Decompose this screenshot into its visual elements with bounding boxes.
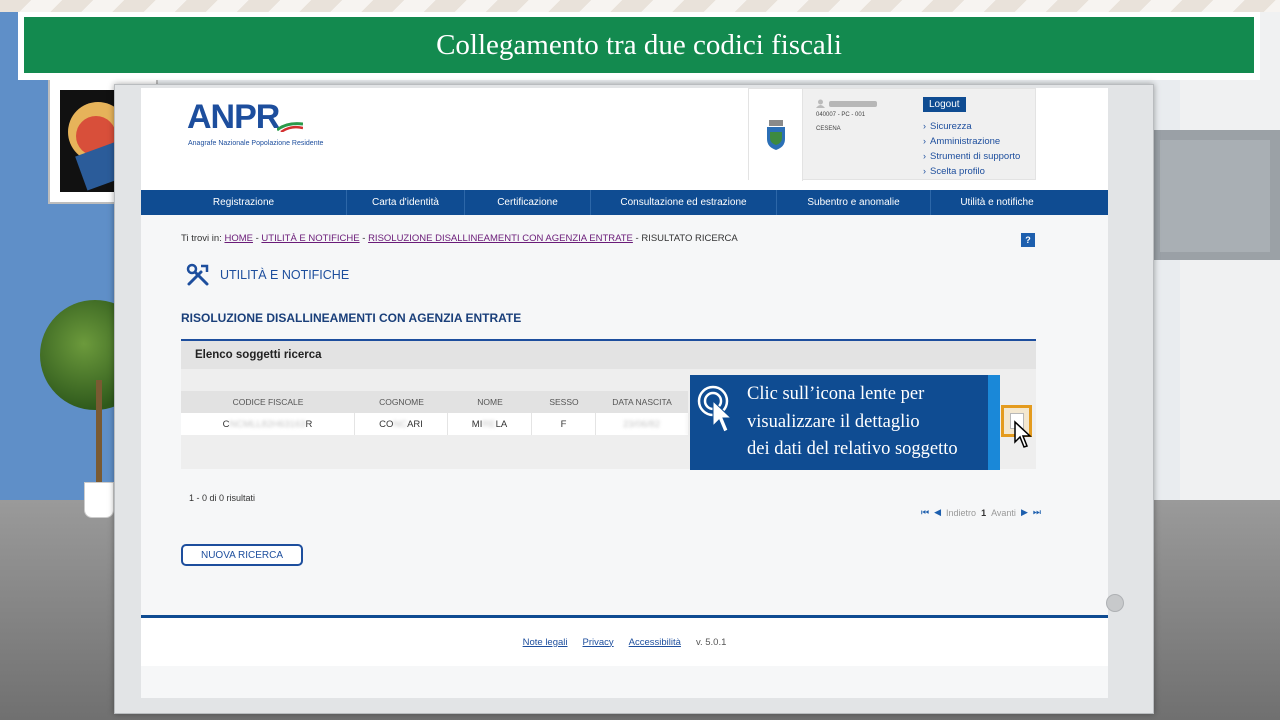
cell-cognome: CO NC ARI — [355, 413, 448, 435]
plant-pot — [84, 482, 114, 518]
col-data-nascita: DATA NASCITA — [596, 391, 688, 413]
app-header: ANPR Anagrafe Nazionale Popolazione Resi… — [141, 88, 1108, 190]
footer-privacy[interactable]: Privacy — [583, 637, 614, 648]
col-sesso: SESSO — [532, 391, 596, 413]
user-menu: › Sicurezza › Amministrazione › Strumenti d… — [923, 119, 1020, 179]
current-page: 1 — [981, 507, 987, 518]
section-heading: UTILITÀ E NOTIFICHE — [186, 263, 349, 287]
tools-icon — [186, 263, 209, 286]
pagination: ⏮ ◀ Indietro 1 Avanti ▶ ⏭ — [921, 507, 1041, 518]
nav-carta-identita[interactable]: Carta d'identità — [347, 190, 465, 215]
chevron-right-icon: › — [923, 136, 926, 146]
nav-certificazione[interactable]: Certificazione — [465, 190, 591, 215]
chevron-right-icon: › — [923, 166, 926, 176]
last-page-icon[interactable]: ⏭ — [1033, 507, 1041, 518]
nav-subentro[interactable]: Subentro e anomalie — [777, 190, 931, 215]
nav-registrazione[interactable]: Registrazione — [141, 190, 347, 215]
main-nav: Registrazione Carta d'identità Certifica… — [141, 190, 1108, 215]
footer-note-legali[interactable]: Note legali — [523, 637, 568, 648]
nav-utilita-notifiche[interactable]: Utilità e notifiche — [931, 190, 1063, 215]
results-header: Elenco soggetti ricerca — [181, 341, 1036, 369]
breadcrumb: Ti trovi in: HOME - UTILITÀ E NOTIFICHE … — [181, 233, 738, 244]
chevron-right-icon: › — [923, 121, 926, 131]
user-name — [816, 99, 877, 108]
footer-version: v. 5.0.1 — [695, 636, 727, 648]
cell-data-nascita: 23/06/82 — [596, 413, 688, 435]
anpr-logo: ANPR — [187, 98, 303, 137]
next-page-label[interactable]: Avanti — [991, 508, 1016, 518]
menu-amministrazione[interactable]: › Amministrazione — [923, 134, 1020, 149]
help-icon[interactable]: ? — [1021, 233, 1035, 247]
logout-button[interactable]: Logout — [923, 97, 966, 112]
breadcrumb-current: - RISULTATO RICERCA — [632, 233, 738, 244]
user-icon — [816, 99, 825, 108]
new-search-button[interactable]: NUOVA RICERCA — [181, 544, 303, 566]
results-count: 1 - 0 di 0 risultati — [189, 493, 256, 503]
user-box: 040007 - PC - 001 CESENA Logout › Sicurez… — [748, 88, 1036, 181]
ceiling-stripe — [0, 0, 1280, 12]
municipality-crest-icon — [749, 89, 803, 181]
nav-consultazione[interactable]: Consultazione ed estrazione — [591, 190, 777, 215]
logo-text: ANPR — [187, 98, 280, 136]
breadcrumb-home[interactable]: HOME — [224, 233, 253, 244]
menu-strumenti-supporto[interactable]: › Strumenti di supporto — [923, 149, 1020, 164]
callout-text: Clic sull’icona lente per visualizzare i… — [747, 384, 958, 459]
logo-swoosh-icon — [277, 122, 303, 132]
col-cognome: COGNOME — [355, 391, 448, 413]
title-banner: Collegamento tra due codici fiscali — [18, 12, 1260, 80]
banner-title: Collegamento tra due codici fiscali — [436, 28, 842, 61]
prev-page-label[interactable]: Indietro — [946, 508, 976, 518]
col-nome: NOME — [448, 391, 532, 413]
next-page-icon[interactable]: ▶ — [1021, 507, 1028, 518]
page-title: RISOLUZIONE DISALLINEAMENTI CON AGENZIA … — [181, 311, 522, 325]
footer: Note legali Privacy Accessibilità v. 5.0… — [141, 618, 1108, 666]
cell-nome: MI RE LA — [448, 413, 532, 435]
breadcrumb-utilita[interactable]: UTILITÀ E NOTIFICHE — [261, 233, 359, 244]
user-info: 040007 - PC - 001 CESENA — [816, 99, 877, 136]
results-title: Elenco soggetti ricerca — [195, 349, 322, 361]
table-header: CODICE FISCALE COGNOME NOME SESSO DATA N… — [181, 391, 688, 413]
callout-edge — [988, 375, 1000, 470]
plant-trunk — [96, 380, 102, 484]
scroll-handle[interactable] — [1106, 594, 1124, 612]
section-title: UTILITÀ E NOTIFICHE — [220, 268, 350, 282]
tap-pointer-icon — [697, 385, 733, 433]
user-code: 040007 - PC - 001 — [816, 112, 866, 118]
menu-sicurezza[interactable]: › Sicurezza — [923, 119, 1020, 134]
first-page-icon[interactable]: ⏮ — [921, 507, 929, 518]
mouse-cursor-icon — [1014, 420, 1032, 448]
glass-panel-inner — [1160, 140, 1270, 252]
breadcrumb-risoluzione[interactable]: RISOLUZIONE DISALLINEAMENTI CON AGENZIA … — [368, 233, 633, 244]
chevron-right-icon: › — [923, 151, 926, 161]
prev-page-icon[interactable]: ◀ — [934, 507, 941, 518]
user-name-blurred — [829, 100, 877, 107]
cell-sesso: F — [532, 413, 596, 435]
footer-accessibilita[interactable]: Accessibilità — [629, 637, 681, 648]
logo-subtitle: Anagrafe Nazionale Popolazione Residente — [188, 140, 324, 147]
col-codice-fiscale: CODICE FISCALE — [181, 391, 355, 413]
cell-codice-fiscale: C NCMLL82H63163 R — [181, 413, 355, 435]
menu-scelta-profilo[interactable]: › Scelta profilo — [923, 164, 1020, 179]
user-city: CESENA — [816, 126, 841, 132]
table-row[interactable]: C NCMLL82H63163 R CO NC ARI MI RE LA F 23/06/8… — [181, 413, 688, 435]
